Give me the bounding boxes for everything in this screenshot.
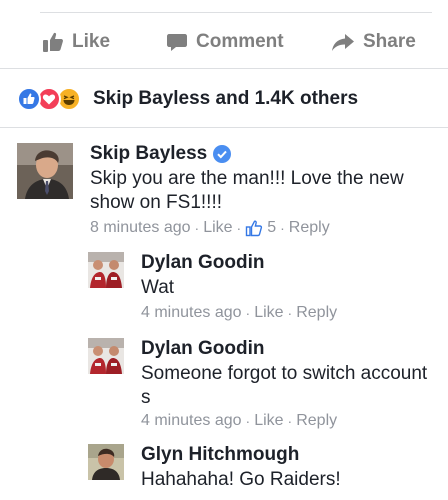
avatar[interactable] [17,143,73,199]
thumbs-up-icon [42,31,64,53]
share-action-button[interactable]: Share [331,24,416,60]
comment-author[interactable]: Dylan Goodin [141,252,431,274]
comment-body: Dylan Goodin Someone forgot to switch ac… [141,338,431,410]
comment-text: Skip you are the man!!! Love the new sho… [90,168,404,213]
action-bar-divider [0,68,448,69]
comment-timestamp[interactable]: 8 minutes ago [90,218,191,238]
comment-author[interactable]: Glyn Hitchmough [141,444,431,466]
like-action-button[interactable]: Like [42,24,110,60]
comment-reply-link[interactable]: Reply [296,411,337,431]
separator-dot: · [287,305,293,321]
comment-meta: 4 minutes ago · Like · Reply [141,303,337,323]
author-name[interactable]: Dylan Goodin [141,252,265,274]
avatar[interactable] [88,444,124,480]
comment-author[interactable]: Skip Bayless [90,143,435,165]
separator-dot: · [280,220,285,236]
comment-like-link[interactable]: Like [254,411,283,431]
comment-meta: 4 minutes ago · Like · Reply [141,411,337,431]
top-divider [40,12,432,13]
comment-reply-link[interactable]: Reply [289,218,330,238]
separator-dot: · [245,305,251,321]
reaction-icons [17,86,85,112]
comment-like-count[interactable]: 5 [267,218,276,238]
reactions-summary[interactable]: Skip Bayless and 1.4K others [17,84,358,114]
like-action-label: Like [72,31,111,52]
comment-reply-link[interactable]: Reply [296,303,337,323]
author-name[interactable]: Skip Bayless [90,143,207,165]
separator-dot: · [236,220,242,236]
comment-like-link[interactable]: Like [254,303,283,323]
comment-timestamp[interactable]: 4 minutes ago [141,411,242,431]
thumbs-up-outline-icon [245,219,263,237]
comment-bubble-icon [166,31,188,53]
post-action-bar: Like Comment Share [0,24,448,60]
author-name[interactable]: Glyn Hitchmough [141,444,299,466]
comment-action-button[interactable]: Comment [166,24,284,60]
like-reaction-icon [17,87,41,111]
separator-dot: · [287,413,293,429]
comment-action-label: Comment [196,31,284,52]
separator-dot: · [194,220,200,236]
comment-body: Glyn Hitchmough Hahahaha! Go Raiders! [141,444,431,492]
comment-timestamp[interactable]: 4 minutes ago [141,303,242,323]
comment-like-link[interactable]: Like [203,218,232,238]
verified-badge-icon [213,145,232,163]
comment-body: Dylan Goodin Wat [141,252,431,300]
author-name[interactable]: Dylan Goodin [141,338,265,360]
avatar[interactable] [88,252,124,288]
comment-body: Skip Bayless Skip you are the man!!! Lov… [90,143,435,215]
comment-meta: 8 minutes ago · Like · 5 · Reply [90,218,330,238]
comment-text: Wat [141,277,175,298]
comment-author[interactable]: Dylan Goodin [141,338,431,360]
separator-dot: · [245,413,251,429]
comments-divider [0,127,448,128]
share-action-label: Share [363,31,416,52]
reactions-summary-text[interactable]: Skip Bayless and 1.4K others [93,88,358,110]
comment-text: Someone forgot to switch account s [141,363,428,408]
share-arrow-icon [331,31,355,53]
avatar[interactable] [88,338,124,374]
comment-text: Hahahaha! Go Raiders! [141,469,341,490]
